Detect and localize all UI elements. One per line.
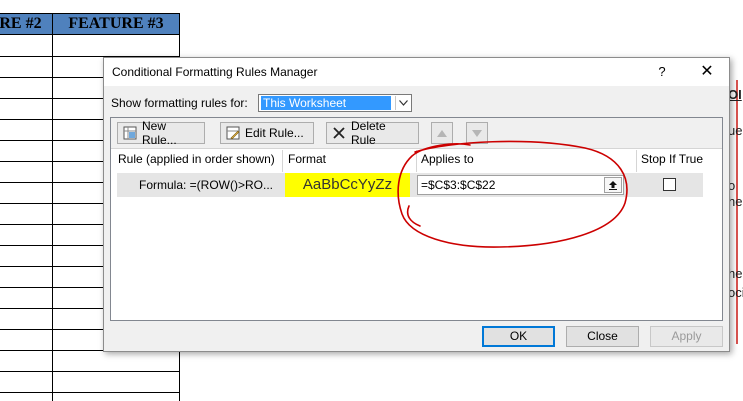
column-header-feature-2[interactable]: RE #2 (0, 13, 53, 35)
move-up-icon (437, 126, 447, 140)
conditional-formatting-dialog: Conditional Formatting Rules Manager ? ✕… (103, 57, 730, 352)
column-header-applies-to: Applies to (421, 152, 474, 166)
applies-to-value: =$C$3:$C$22 (421, 178, 496, 192)
apply-button[interactable]: Apply (650, 326, 723, 347)
delete-rule-button[interactable]: Delete Rule (326, 119, 419, 147)
edit-rule-label: Edit Rule... (245, 126, 304, 140)
move-down-button[interactable] (466, 122, 488, 144)
new-rule-button[interactable]: New Rule... (117, 119, 205, 147)
new-rule-label: New Rule... (142, 119, 177, 147)
edit-rule-icon (226, 126, 240, 140)
help-button[interactable]: ? (650, 62, 674, 82)
delete-rule-label: Delete Rule (351, 119, 386, 147)
grid-line (0, 392, 180, 393)
show-rules-dropdown[interactable]: This Worksheet (258, 94, 412, 112)
new-rule-icon (123, 126, 137, 140)
sheet-text-fragment: OI (728, 87, 742, 102)
column-header-rule: Rule (applied in order shown) (118, 152, 275, 166)
dropdown-arrow-icon[interactable] (395, 96, 410, 110)
move-up-button[interactable] (431, 122, 453, 144)
column-separator (636, 150, 637, 172)
sheet-text-fragment: he (728, 266, 743, 281)
grid-line (52, 35, 53, 401)
sheet-border-accent (736, 80, 738, 344)
column-separator (282, 150, 283, 172)
format-preview: AaBbCcYyZz (285, 173, 410, 197)
rule-formula: Formula: =(ROW()>RO... (139, 178, 274, 192)
close-button[interactable]: Close (566, 326, 639, 347)
dialog-titlebar[interactable]: Conditional Formatting Rules Manager ? ✕ (104, 58, 729, 86)
sheet-text-fragment: he (728, 194, 743, 209)
applies-to-input[interactable]: =$C$3:$C$22 (417, 175, 624, 195)
column-separator (416, 150, 417, 172)
show-rules-label: Show formatting rules for: (111, 96, 248, 110)
rules-toolbar: New Rule... Edit Rule... Delete Rule (111, 118, 722, 149)
column-header-stop-if-true: Stop If True (641, 152, 704, 166)
dialog-title: Conditional Formatting Rules Manager (112, 65, 318, 79)
rules-panel: New Rule... Edit Rule... Delete Rule Rul… (110, 117, 723, 321)
ok-button[interactable]: OK (482, 326, 555, 347)
close-icon[interactable]: ✕ (695, 62, 719, 82)
move-down-icon (472, 126, 482, 140)
delete-x-icon (332, 126, 346, 140)
edit-rule-button[interactable]: Edit Rule... (220, 122, 314, 144)
grid-line (0, 371, 180, 372)
sheet-text-fragment: oci (728, 285, 743, 300)
column-header-feature-3[interactable]: FEATURE #3 (52, 13, 180, 35)
rule-row[interactable]: Formula: =(ROW()>RO... AaBbCcYyZz =$C$3:… (117, 173, 703, 197)
show-rules-value: This Worksheet (261, 96, 391, 110)
collapse-dialog-icon[interactable] (604, 177, 622, 193)
sheet-text-fragment: ue (728, 123, 743, 138)
stop-if-true-checkbox[interactable] (663, 178, 676, 191)
column-header-format: Format (288, 152, 327, 166)
